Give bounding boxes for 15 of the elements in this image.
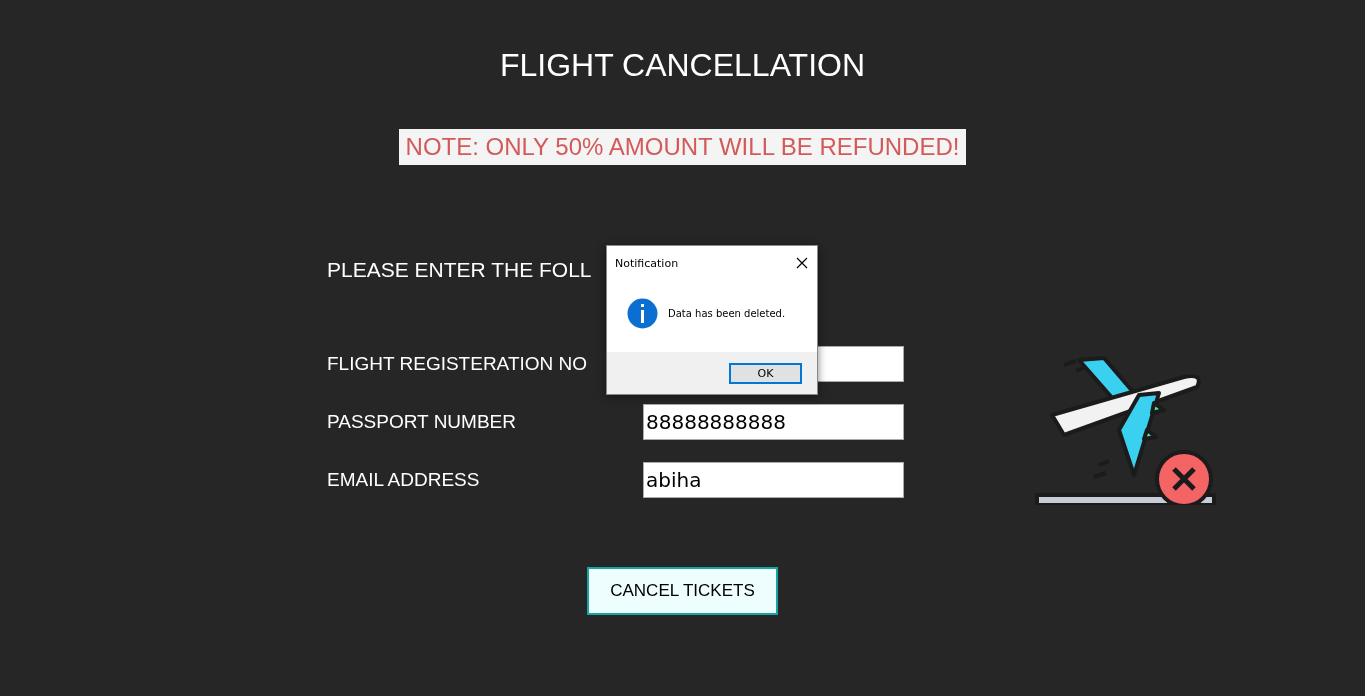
info-icon	[627, 297, 658, 329]
page-title: FLIGHT CANCELLATION	[499, 46, 866, 85]
instruction-text: PLEASE ENTER THE FOLL	[327, 258, 592, 281]
dialog-title: Notification	[615, 256, 679, 270]
field-label: FLIGHT REGISTERATION NO	[327, 353, 589, 375]
plane-cancel-icon	[1034, 355, 1218, 505]
input-field[interactable]: abiha	[643, 462, 904, 498]
refund-note: NOTE: ONLY 50% AMOUNT WILL BE REFUNDED!	[398, 129, 967, 165]
field-label: EMAIL ADDRESS	[327, 469, 481, 491]
ok-button[interactable]: OK	[729, 362, 802, 384]
cancel-tickets-button[interactable]: CANCEL TICKETS	[587, 567, 778, 615]
field-label: PASSPORT NUMBER	[327, 411, 517, 433]
input-field[interactable]: 88888888888	[643, 404, 904, 440]
close-button[interactable]	[795, 256, 809, 270]
dialog-message: Data has been deleted.	[668, 307, 786, 319]
